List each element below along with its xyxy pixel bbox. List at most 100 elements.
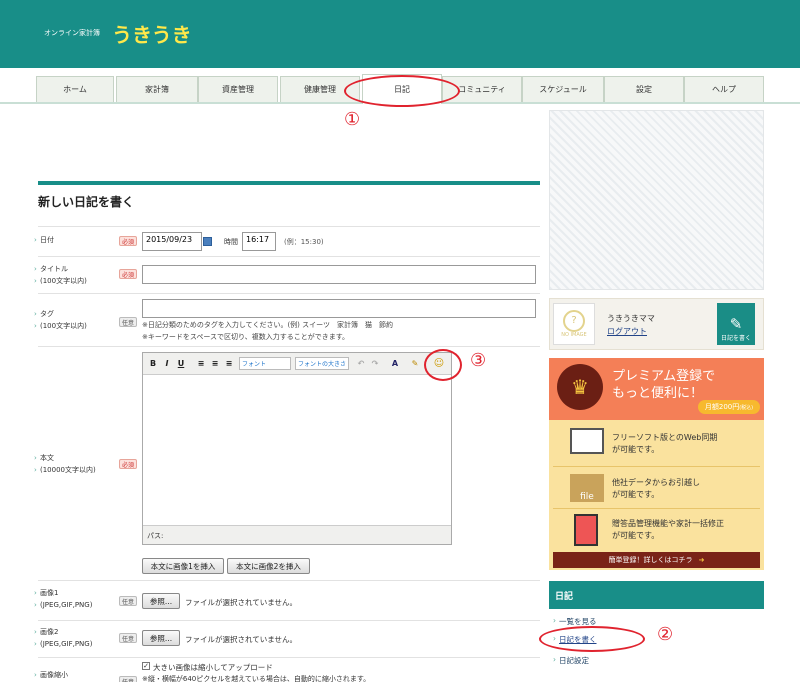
user-name: うきうきママ (607, 314, 655, 323)
required-badge: 必須 (119, 269, 137, 279)
title-label: タイトル (34, 264, 68, 275)
feature-3-line2: が可能です。 (612, 531, 660, 540)
align-right-icon[interactable]: ≡ (223, 357, 235, 370)
price-note: (税込) (739, 404, 754, 411)
calculator-icon (574, 514, 598, 546)
text-color-icon[interactable]: A (389, 357, 401, 370)
image2-sublabel: (JPEG,GIF,PNG) (34, 639, 93, 650)
annotation-ellipse-3 (424, 349, 462, 381)
body-editor[interactable] (142, 352, 452, 545)
premium-title: プレミアム登録で もっと便利に！ (612, 368, 715, 402)
optional-badge: 任意 (119, 596, 137, 606)
row-divider (38, 346, 540, 347)
premium-title-line2: もっと便利に！ (612, 386, 704, 401)
align-left-icon[interactable]: ≡ (195, 357, 207, 370)
align-center-icon[interactable]: ≡ (209, 357, 221, 370)
row-divider (38, 620, 540, 621)
editor-path: パス: (143, 525, 451, 544)
tag-label: タグ (34, 309, 54, 320)
font-select[interactable]: フォント (239, 357, 291, 370)
arrow-right-icon: ➜ (698, 556, 705, 564)
feature-1: フリーソフト版とのWeb同期 が可能です。 (612, 432, 717, 456)
underline-button[interactable]: U (175, 357, 187, 370)
feature-divider (553, 508, 760, 509)
premium-title-line1: プレミアム登録で (612, 369, 716, 384)
shrink-note: ※縦・横幅が640ピクセルを越えている場合は、自動的に縮小されます。 (142, 675, 371, 682)
pen-icon: ✎ (729, 315, 743, 333)
feature-3-line1: 贈答品管理機能や家計一括修正 (612, 519, 724, 528)
tab-household[interactable]: 家計簿 (116, 76, 198, 102)
image1-label: 画像1 (34, 588, 59, 599)
tab-home[interactable]: ホーム (36, 76, 114, 102)
section-rule (38, 181, 540, 185)
time-label: 時間 (224, 238, 238, 246)
body-label: 本文 (34, 453, 54, 464)
tag-input[interactable] (142, 299, 536, 318)
row-divider (38, 293, 540, 294)
shrink-check-label: 大きい画像は縮小してアップロード (153, 663, 273, 672)
highlight-icon[interactable]: ✎ (409, 357, 421, 370)
optional-badge: 任意 (119, 317, 137, 327)
shrink-label: 画像縮小 (34, 670, 68, 681)
bold-button[interactable]: B (147, 357, 159, 370)
undo-icon[interactable]: ↶ (355, 357, 367, 370)
row-divider (38, 256, 540, 257)
price-text: 月額200円 (704, 403, 740, 411)
annotation-number-3: ③ (470, 350, 487, 371)
image1-sublabel: (JPEG,GIF,PNG) (34, 600, 93, 611)
tab-schedule[interactable]: スケジュール (522, 76, 604, 102)
feature-2-line1: 他社データからお引越し (612, 478, 700, 487)
premium-price: 月額200円 (税込) (698, 400, 760, 414)
file-status: ファイルが選択されていません。 (185, 635, 298, 644)
row-divider (38, 580, 540, 581)
required-badge: 必須 (119, 236, 137, 246)
feature-2: 他社データからお引越し が可能です。 (612, 477, 700, 501)
avatar-placeholder-text: NO IMAGE (561, 332, 587, 338)
italic-button[interactable]: I (161, 357, 173, 370)
redo-icon[interactable]: ↷ (369, 357, 381, 370)
write-diary-button[interactable]: ✎ 日記を書く (717, 303, 755, 345)
page-title: 新しい日記を書く (38, 195, 135, 209)
tab-assets[interactable]: 資産管理 (198, 76, 278, 102)
tab-settings[interactable]: 設定 (604, 76, 684, 102)
feature-2-line2: が可能です。 (612, 490, 660, 499)
crown-icon: ♛ (557, 364, 603, 410)
shrink-checkbox[interactable]: ✓ (142, 662, 150, 670)
write-diary-label: 日記を書く (720, 335, 751, 342)
brand-logo[interactable]: うきうき (112, 19, 192, 48)
calendar-icon[interactable] (203, 237, 212, 246)
tag-sublabel: (100文字以内) (34, 321, 87, 332)
brand-subtitle: オンライン家計簿 (44, 29, 100, 37)
optional-badge: 任意 (119, 676, 137, 682)
annotation-number-2: ② (657, 624, 674, 645)
feature-1-line2: が可能です。 (612, 445, 660, 454)
tab-help[interactable]: ヘルプ (684, 76, 764, 102)
file-folder-icon: file (570, 474, 604, 502)
ad-banner-space (36, 110, 536, 176)
logout-link[interactable]: ログアウト (607, 326, 647, 337)
row-divider (38, 657, 540, 658)
time-example: (例：15:30) (284, 238, 324, 246)
feature-3: 贈答品管理機能や家計一括修正 が可能です。 (612, 518, 724, 542)
time-field[interactable]: 16:17 (242, 232, 276, 251)
browse-button[interactable]: 参照... (142, 593, 180, 609)
insert-image2-button[interactable]: 本文に画像2を挿入 (227, 558, 310, 574)
row-divider (38, 226, 540, 227)
optional-badge: 任意 (119, 633, 137, 643)
browse-button[interactable]: 参照... (142, 630, 180, 646)
required-badge: 必須 (119, 459, 137, 469)
monitor-icon (570, 428, 604, 454)
font-size-select[interactable]: フォントの大きさ (295, 357, 349, 370)
sidebar-ad-space (549, 110, 764, 290)
annotation-ellipse-2 (539, 626, 645, 652)
insert-image1-button[interactable]: 本文に画像1を挿入 (142, 558, 224, 574)
sidebar-link-settings[interactable]: 日記設定 (553, 655, 589, 666)
premium-cta[interactable]: 簡単登録！詳しくはコチラ ➜ (553, 552, 760, 568)
annotation-ellipse-1 (344, 75, 460, 107)
date-field[interactable]: 2015/09/23 (142, 232, 202, 251)
sidebar-diary-heading: 日記 (549, 581, 764, 609)
title-sublabel: (100文字以内) (34, 276, 87, 287)
no-image-icon: ? (562, 310, 585, 332)
title-input[interactable] (142, 265, 536, 284)
file-status: ファイルが選択されていません。 (185, 598, 298, 607)
